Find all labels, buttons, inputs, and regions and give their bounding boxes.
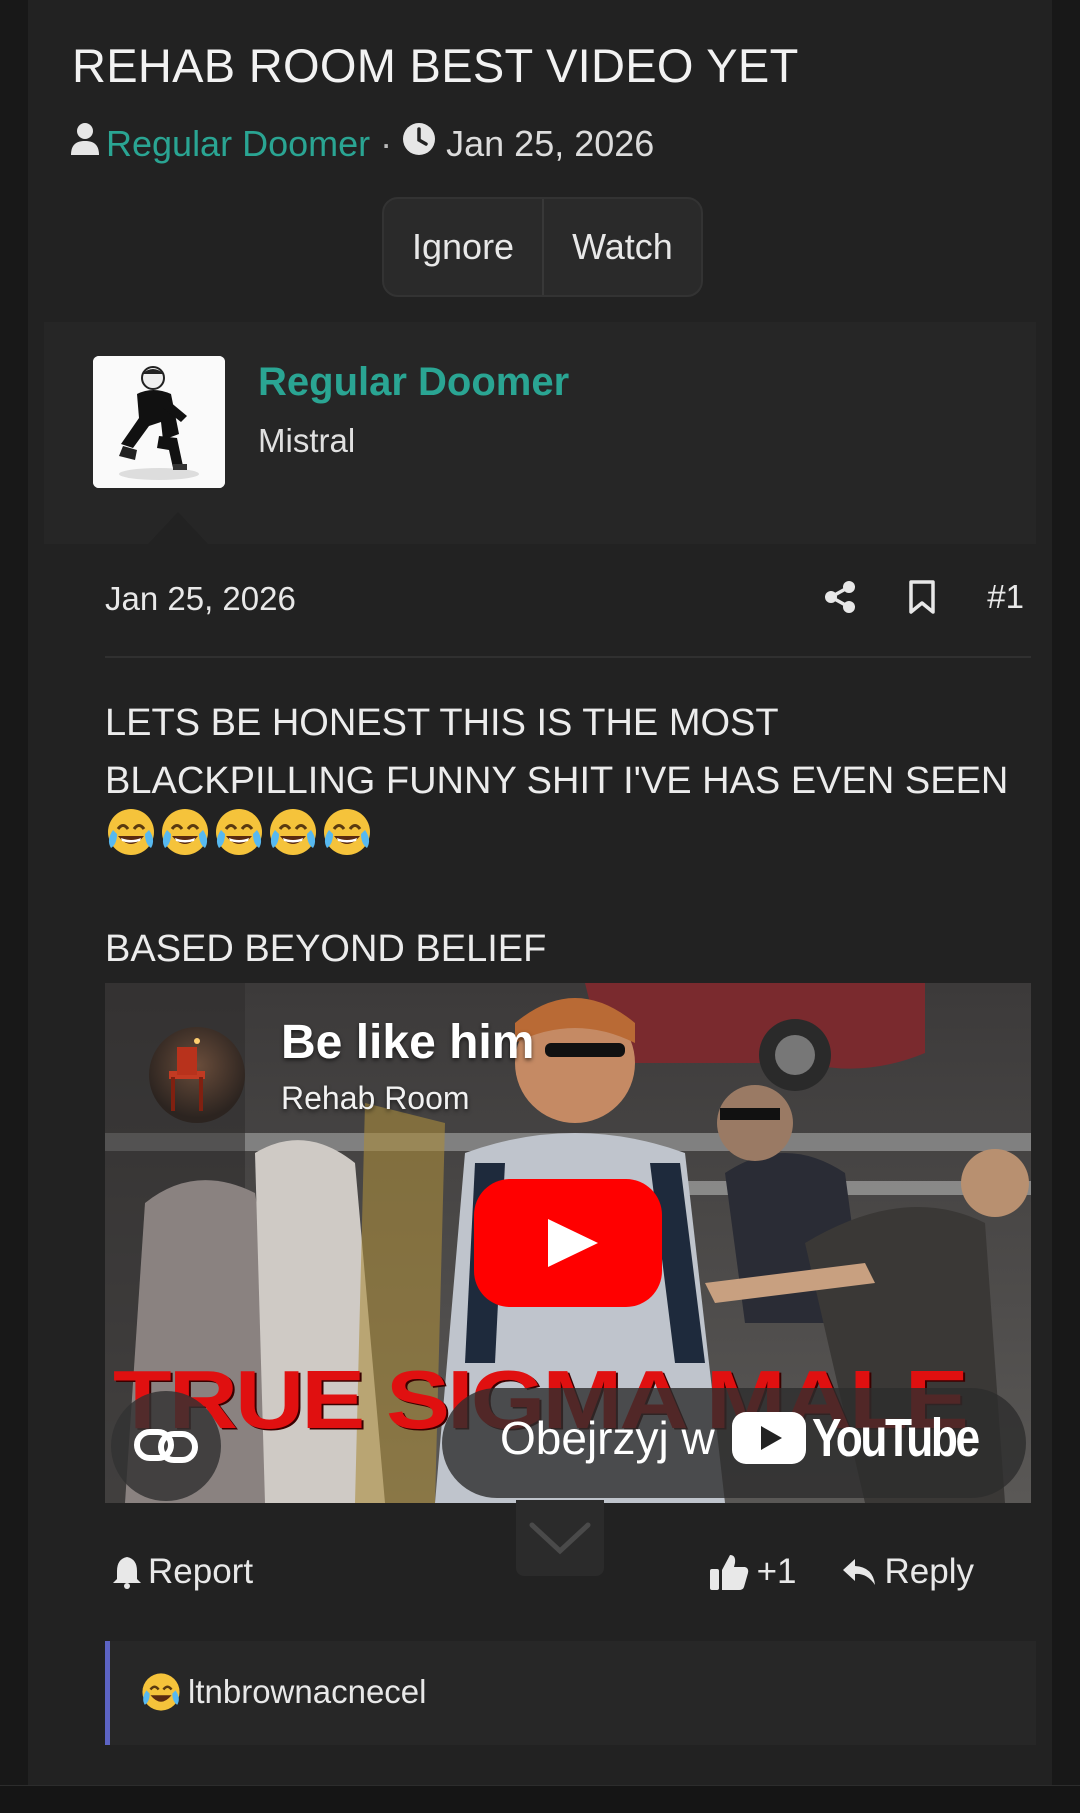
emoji-row (105, 806, 373, 858)
bookmark-icon[interactable] (907, 579, 937, 615)
post-user-bar: Regular Doomer Mistral (44, 322, 1036, 544)
watch-on-label[interactable]: Obejrzyj w (500, 1411, 715, 1465)
post-date[interactable]: Jan 25, 2026 (105, 580, 296, 618)
thread-date[interactable]: Jan 25, 2026 (446, 123, 654, 165)
avatar[interactable] (93, 356, 225, 488)
bottom-bar (0, 1785, 1080, 1813)
youtube-wordmark: YouTube (812, 1408, 980, 1468)
thread-button-group: Ignore Watch (382, 197, 703, 297)
post-body-text-2: BASED BEYOND BELIEF (105, 928, 547, 970)
reaction-users-link[interactable]: ltnbrownacnecel (188, 1673, 426, 1711)
share-icon[interactable] (823, 580, 857, 614)
report-label: Report (148, 1552, 254, 1591)
report-link[interactable]: Report (112, 1552, 253, 1592)
joy-emoji-icon (270, 809, 316, 855)
expand-toggle[interactable] (516, 1500, 604, 1576)
bell-icon (113, 1557, 141, 1589)
post-actions: #1 (773, 578, 1024, 616)
post-author-name[interactable]: Regular Doomer (258, 360, 569, 405)
copy-link-button[interactable] (111, 1391, 221, 1501)
message-pointer (148, 512, 208, 544)
link-icon (134, 1429, 198, 1463)
reply-icon (842, 1559, 875, 1585)
joy-emoji-icon (142, 1673, 180, 1711)
youtube-play-icon (732, 1412, 806, 1464)
reactions-bar[interactable]: ltnbrownacnecel (105, 1641, 1036, 1745)
thread-author-link[interactable]: Regular Doomer (106, 123, 370, 165)
thread-title: REHAB ROOM BEST VIDEO YET (72, 39, 799, 92)
clock-icon (402, 122, 436, 165)
joy-emoji-icon (108, 809, 154, 855)
joy-emoji-icon (324, 809, 370, 855)
meta-separator: · (380, 122, 393, 164)
chevron-down-icon (529, 1522, 591, 1555)
watch-button[interactable]: Watch (542, 199, 701, 295)
post-number-link[interactable]: #1 (987, 578, 1024, 616)
video-channel-name[interactable]: Rehab Room (281, 1080, 470, 1117)
reply-label: Reply (884, 1552, 974, 1591)
youtube-logo[interactable]: YouTube (732, 1407, 1014, 1469)
joy-emoji-icon (216, 809, 262, 855)
post-author-title: Mistral (258, 422, 356, 459)
joy-emoji-icon (162, 809, 208, 855)
divider (105, 656, 1031, 658)
user-icon (70, 122, 100, 165)
like-button[interactable]: +1 (709, 1552, 797, 1592)
thumbs-up-icon (709, 1555, 748, 1590)
thread-meta: Regular Doomer · Jan 25, 2026 (70, 122, 654, 165)
post-footer-actions: +1 Reply (709, 1552, 974, 1592)
thread-page: REHAB ROOM BEST VIDEO YET Regular Doomer… (28, 0, 1052, 1785)
youtube-embed[interactable]: Be like him Rehab Room TRUE SIGMA MALE O… (105, 983, 1031, 1503)
channel-avatar[interactable] (149, 1027, 245, 1123)
play-button-icon[interactable] (474, 1179, 662, 1307)
reaction-count: +1 (756, 1552, 797, 1591)
post-body-text: LETS BE HONEST THIS IS THE MOST BLACKPIL… (105, 702, 1009, 802)
ignore-button[interactable]: Ignore (384, 199, 542, 295)
video-title[interactable]: Be like him (281, 1015, 534, 1070)
reply-button[interactable]: Reply (841, 1552, 974, 1592)
